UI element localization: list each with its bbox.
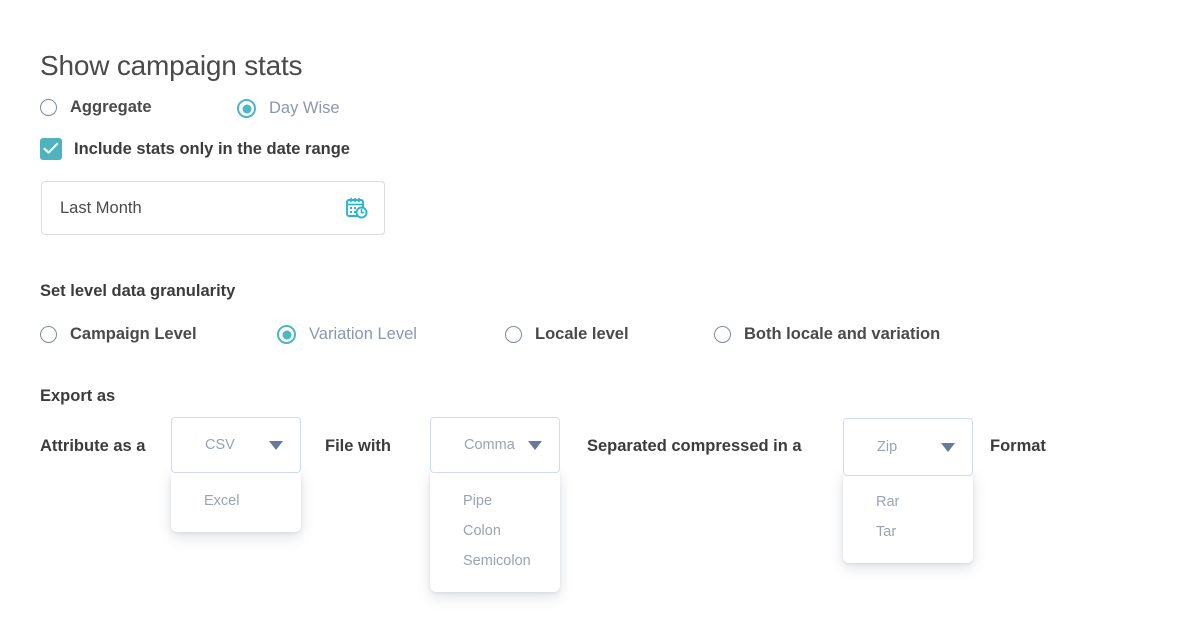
chevron-down-icon xyxy=(269,440,283,450)
radio-indicator-variation-level xyxy=(277,325,296,344)
dropdown-separator-option-colon[interactable]: Colon xyxy=(430,516,560,546)
dropdown-archive-format-option-rar[interactable]: Rar xyxy=(843,487,973,517)
radio-option-locale-level[interactable]: Locale level xyxy=(505,325,629,344)
radio-indicator-both-locale-variation xyxy=(714,326,731,343)
date-range-value: Last Month xyxy=(60,198,142,217)
dropdown-separator-option-pipe[interactable]: Pipe xyxy=(430,486,560,516)
granularity-section-title: Set level data granularity xyxy=(40,282,236,300)
radio-indicator-locale-level xyxy=(505,326,522,343)
radio-label-variation-level: Variation Level xyxy=(309,325,417,343)
dropdown-archive-format-option-tar[interactable]: Tar xyxy=(843,517,973,547)
radio-label-day-wise: Day Wise xyxy=(269,99,340,117)
dropdown-separator-panel: Pipe Colon Semicolon xyxy=(430,472,560,592)
chevron-down-icon xyxy=(941,442,955,452)
date-range-input[interactable]: Last Month xyxy=(41,181,385,235)
radio-option-variation-level[interactable]: Variation Level xyxy=(277,325,417,344)
calendar-clock-icon[interactable] xyxy=(346,197,368,219)
dropdown-file-type-panel: Excel xyxy=(171,472,301,532)
checkbox-label: Include stats only in the date range xyxy=(74,139,350,158)
dropdown-archive-format[interactable]: Zip Rar Tar xyxy=(843,418,973,563)
export-section-title: Export as xyxy=(40,387,116,405)
dropdown-file-type-control[interactable]: CSV xyxy=(171,417,301,473)
radio-option-both-locale-variation[interactable]: Both locale and variation xyxy=(714,325,940,344)
dropdown-file-type-option-excel[interactable]: Excel xyxy=(171,486,301,516)
checkbox-indicator xyxy=(40,138,62,160)
export-label-attribute-as-a: Attribute as a xyxy=(40,437,146,455)
radio-indicator-day-wise xyxy=(237,99,256,118)
dropdown-separator[interactable]: Comma Pipe Colon Semicolon xyxy=(430,417,560,592)
dropdown-file-type-value: CSV xyxy=(205,437,235,453)
radio-label-locale-level: Locale level xyxy=(535,325,629,343)
radio-indicator-campaign-level xyxy=(40,326,57,343)
export-label-separated-compressed: Separated compressed in a xyxy=(587,437,802,455)
dropdown-file-type[interactable]: CSV Excel xyxy=(171,417,301,532)
export-label-file-with: File with xyxy=(325,437,391,455)
radio-label-aggregate: Aggregate xyxy=(70,98,152,116)
radio-label-campaign-level: Campaign Level xyxy=(70,325,197,343)
radio-label-both-locale-variation: Both locale and variation xyxy=(744,325,941,343)
chevron-down-icon xyxy=(528,440,542,450)
radio-option-aggregate[interactable]: Aggregate xyxy=(40,98,152,117)
dropdown-archive-format-control[interactable]: Zip xyxy=(843,418,973,476)
dropdown-separator-option-semicolon[interactable]: Semicolon xyxy=(430,546,560,576)
check-icon xyxy=(43,142,59,154)
page-title: Show campaign stats xyxy=(40,50,303,81)
radio-option-day-wise[interactable]: Day Wise xyxy=(237,99,340,118)
dropdown-separator-control[interactable]: Comma xyxy=(430,417,560,473)
checkbox-include-stats-date-range[interactable]: Include stats only in the date range xyxy=(40,138,350,160)
export-settings-page: Show campaign stats Aggregate Day Wise I… xyxy=(0,0,1200,628)
export-label-format: Format xyxy=(990,437,1046,455)
radio-option-campaign-level[interactable]: Campaign Level xyxy=(40,325,197,344)
dropdown-archive-format-panel: Rar Tar xyxy=(843,473,973,563)
dropdown-archive-format-value: Zip xyxy=(877,439,898,455)
dropdown-separator-value: Comma xyxy=(464,437,515,453)
radio-indicator-aggregate xyxy=(40,99,57,116)
